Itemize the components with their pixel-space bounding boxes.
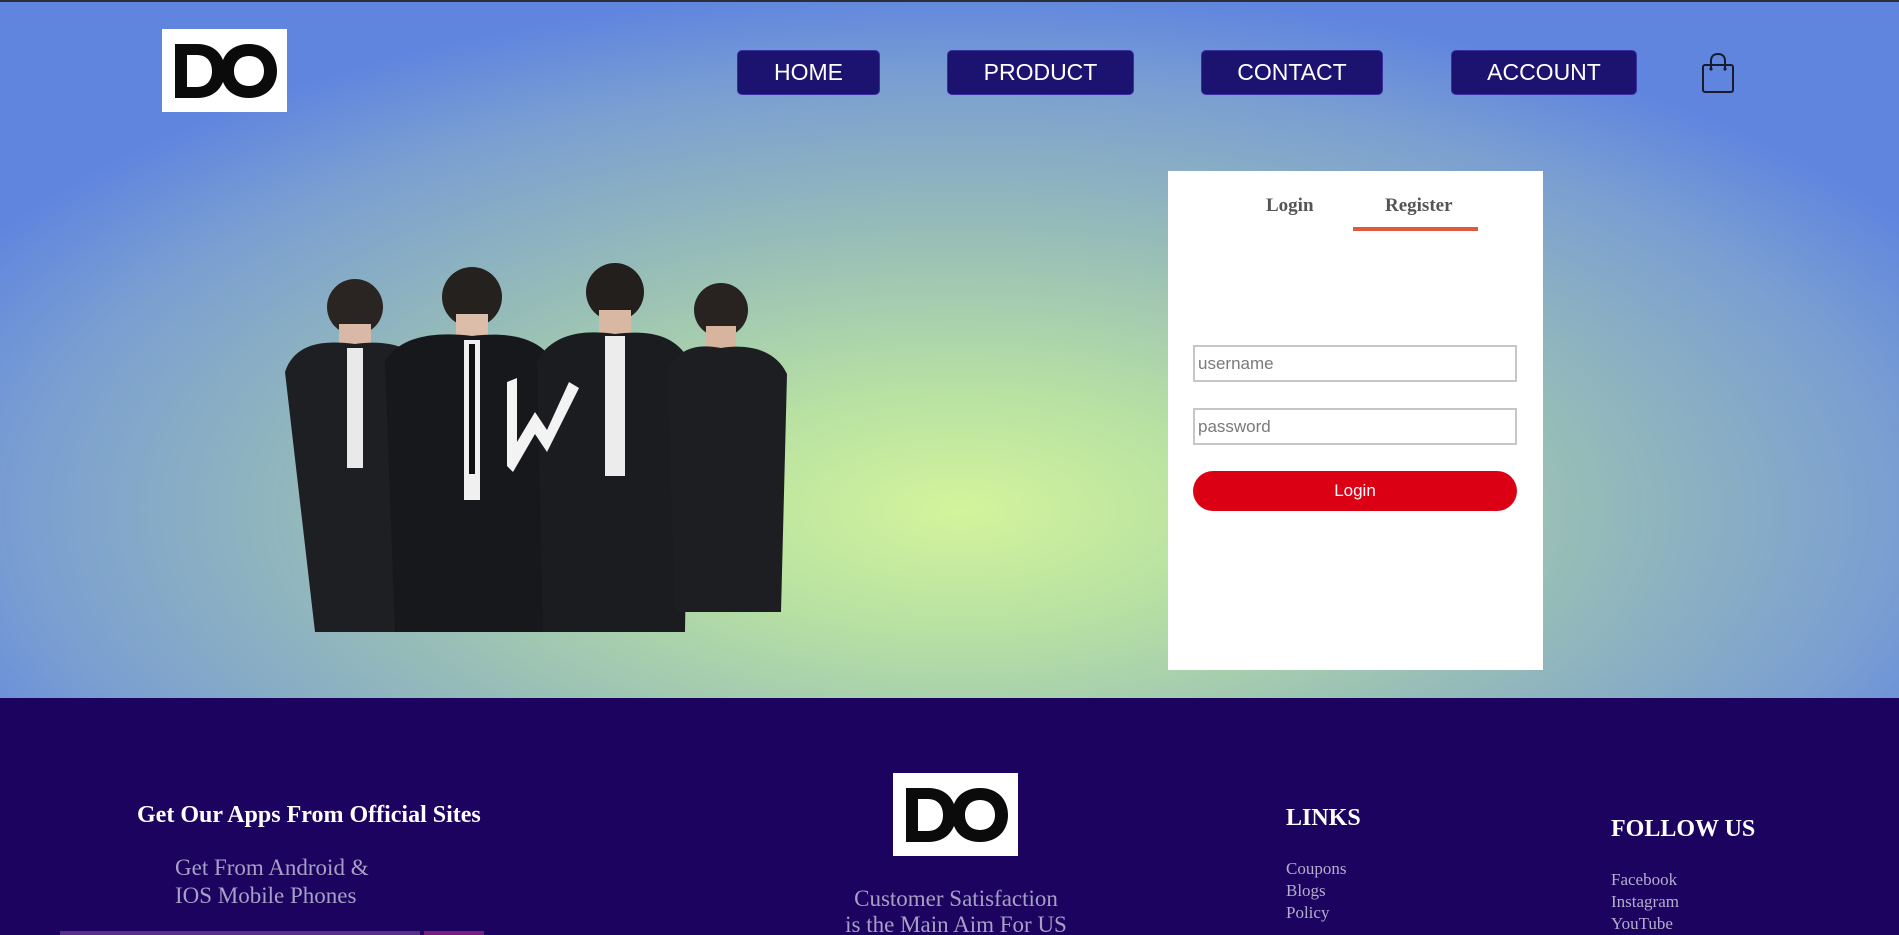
login-card: Login Register Login bbox=[1168, 171, 1543, 670]
group-photo bbox=[285, 263, 787, 632]
nav-contact-button[interactable]: CONTACT bbox=[1201, 50, 1383, 95]
login-submit-button[interactable]: Login bbox=[1193, 471, 1517, 511]
hero-section: HOME PRODUCT CONTACT ACCOUNT Login Regis… bbox=[0, 0, 1899, 698]
tab-register[interactable]: Register bbox=[1385, 195, 1453, 217]
footer-link-youtube[interactable]: YouTube bbox=[1611, 914, 1673, 934]
apps-text-line2: IOS Mobile Phones bbox=[175, 883, 357, 908]
footer-link-blogs[interactable]: Blogs bbox=[1286, 881, 1326, 901]
password-input[interactable] bbox=[1193, 408, 1517, 445]
footer-link-policy[interactable]: Policy bbox=[1286, 903, 1329, 923]
nav-product-button[interactable]: PRODUCT bbox=[947, 50, 1134, 95]
footer: Get Our Apps From Official Sites Get Fro… bbox=[0, 698, 1899, 935]
footer-link-instagram[interactable]: Instagram bbox=[1611, 892, 1679, 912]
mission-line1: Customer Satisfaction bbox=[854, 886, 1058, 911]
footer-logo[interactable] bbox=[893, 773, 1018, 856]
apps-text-line1: Get From Android & bbox=[175, 855, 369, 880]
tab-login[interactable]: Login bbox=[1266, 195, 1314, 217]
mission-line2: is the Main Aim For US bbox=[845, 912, 1067, 935]
do-logo-icon bbox=[174, 43, 277, 98]
do-logo-icon bbox=[905, 787, 1008, 842]
app-store-strip[interactable] bbox=[60, 931, 420, 935]
username-input[interactable] bbox=[1193, 345, 1517, 382]
shopping-bag-icon[interactable] bbox=[1700, 52, 1736, 94]
links-heading: LINKS bbox=[1286, 805, 1361, 831]
footer-link-facebook[interactable]: Facebook bbox=[1611, 870, 1677, 890]
apps-heading: Get Our Apps From Official Sites bbox=[137, 802, 481, 828]
nav-home-button[interactable]: HOME bbox=[737, 50, 880, 95]
active-tab-indicator bbox=[1353, 227, 1478, 231]
nav-account-button[interactable]: ACCOUNT bbox=[1451, 50, 1637, 95]
footer-link-coupons[interactable]: Coupons bbox=[1286, 859, 1346, 879]
app-store-strip-2[interactable] bbox=[424, 931, 484, 935]
site-logo[interactable] bbox=[162, 29, 287, 112]
follow-heading: FOLLOW US bbox=[1611, 816, 1756, 842]
